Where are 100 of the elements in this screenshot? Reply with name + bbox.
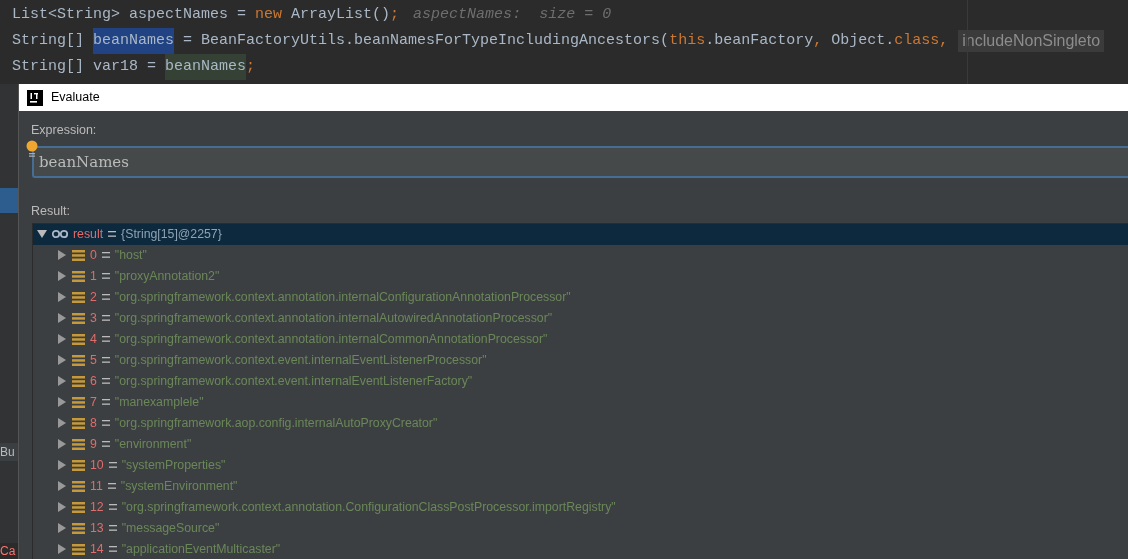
- array-element-icon: [72, 417, 85, 429]
- variable-name: 11: [90, 477, 103, 495]
- code-text: String[] var18 =: [12, 57, 158, 77]
- variable-value: "org.springframework.context.annotation.internalCommonAnnotationProcessor": [114, 330, 548, 348]
- variable-name: 1: [90, 267, 97, 285]
- array-element-icon: [72, 459, 85, 471]
- tree-row[interactable]: 9 "environment": [33, 433, 1128, 455]
- equals-icon: [107, 483, 116, 489]
- keyword-text: ;: [390, 5, 400, 25]
- expand-arrow-icon[interactable]: [57, 292, 67, 302]
- expand-arrow-icon[interactable]: [57, 313, 67, 323]
- tree-row[interactable]: 14 "applicationEventMulticaster": [33, 538, 1128, 559]
- equals-icon: [101, 294, 110, 300]
- equals-icon: [108, 462, 117, 468]
- expand-arrow-icon[interactable]: [57, 439, 67, 449]
- tree-row[interactable]: 1 "proxyAnnotation2": [33, 265, 1128, 287]
- array-element-icon: [72, 501, 85, 513]
- keyword-text: ;: [246, 57, 256, 77]
- panel-text: Ca: [0, 543, 18, 559]
- equals-icon: [108, 231, 117, 237]
- tree-row[interactable]: 4 "org.springframework.context.annotation.internalCommonAnnotationProcessor": [33, 328, 1128, 350]
- parameter-hint: includeNonSingleto: [958, 30, 1105, 52]
- expand-arrow-icon[interactable]: [57, 502, 67, 512]
- lightbulb-icon[interactable]: [26, 139, 38, 158]
- tree-row[interactable]: 10 "systemProperties": [33, 454, 1128, 476]
- tree-row[interactable]: 3 "org.springframework.context.annotation.internalAutowiredAnnotationProcessor": [33, 307, 1128, 329]
- variable-value: "org.springframework.context.annotation.ConfigurationClassPostProcessor.importRegistry": [121, 498, 616, 516]
- code-text: String[]: [12, 31, 85, 51]
- tree-row[interactable]: 11 "systemEnvironment": [33, 475, 1128, 497]
- tree-row[interactable]: 2 "org.springframework.context.annotation.internalConfigurationAnnotationProcessor": [33, 286, 1128, 308]
- keyword-text: class: [894, 31, 940, 51]
- expression-field[interactable]: beanNames: [32, 145, 1128, 178]
- tree-row[interactable]: 7 "manexamplele": [33, 391, 1128, 413]
- collapse-arrow-icon[interactable]: [37, 229, 47, 239]
- variable-name: 6: [90, 372, 97, 390]
- array-element-icon: [72, 480, 85, 492]
- equals-icon: [101, 315, 110, 321]
- variable-value: "systemProperties": [121, 456, 226, 474]
- variable-name: 12: [90, 498, 104, 516]
- variable-value: "org.springframework.context.annotation.internalConfigurationAnnotationProcessor": [114, 288, 571, 306]
- variable-name: 4: [90, 330, 97, 348]
- variable-name: 9: [90, 435, 97, 453]
- expand-arrow-icon[interactable]: [57, 271, 67, 281]
- equals-icon: [101, 420, 110, 426]
- expand-arrow-icon[interactable]: [57, 418, 67, 428]
- expand-arrow-icon[interactable]: [57, 460, 67, 470]
- variable-value: "org.springframework.context.event.internalEventListenerProcessor": [114, 351, 487, 369]
- expand-arrow-icon[interactable]: [57, 544, 67, 554]
- variable-value: "applicationEventMulticaster": [121, 540, 281, 558]
- expand-arrow-icon[interactable]: [57, 250, 67, 260]
- equals-icon: [101, 273, 110, 279]
- array-element-icon: [72, 249, 85, 261]
- variable-name: 7: [90, 393, 97, 411]
- tree-row[interactable]: 0 "host": [33, 244, 1128, 266]
- selected-bar: [0, 188, 18, 213]
- tree-row[interactable]: result {String[15]@2257}: [33, 223, 1128, 245]
- equals-icon: [101, 378, 110, 384]
- panel-text: Bu: [0, 443, 18, 461]
- array-element-icon: [72, 396, 85, 408]
- keyword-text: ,: [813, 31, 824, 51]
- expand-arrow-icon[interactable]: [57, 355, 67, 365]
- watch-glasses-icon: [52, 229, 68, 239]
- variable-value: "manexamplele": [114, 393, 204, 411]
- variable-value: "org.springframework.aop.config.internalAutoProxyCreator": [114, 414, 438, 432]
- highlighted-identifier: beanNames: [165, 54, 247, 80]
- expand-arrow-icon[interactable]: [57, 334, 67, 344]
- result-label: Result:: [31, 202, 71, 220]
- expand-arrow-icon[interactable]: [57, 481, 67, 491]
- array-element-icon: [72, 291, 85, 303]
- variable-value: "systemEnvironment": [120, 477, 238, 495]
- array-element-icon: [72, 270, 85, 282]
- array-element-icon: [72, 312, 85, 324]
- expression-label: Expression:: [31, 122, 98, 139]
- variable-name: 13: [90, 519, 104, 537]
- variable-name: result: [73, 225, 104, 243]
- keyword-text: ,: [939, 31, 949, 51]
- array-element-icon: [72, 375, 85, 387]
- keyword-text: this: [669, 31, 706, 51]
- expand-arrow-icon[interactable]: [57, 376, 67, 386]
- tree-row[interactable]: 8 "org.springframework.aop.config.internalAutoProxyCreator": [33, 412, 1128, 434]
- variable-value: "proxyAnnotation2": [114, 267, 220, 285]
- variable-name: 2: [90, 288, 97, 306]
- tree-row[interactable]: 6 "org.springframework.context.event.internalEventListenerFactory": [33, 370, 1128, 392]
- code-text: ArrayList(): [290, 5, 391, 25]
- tree-row[interactable]: 5 "org.springframework.context.event.internalEventListenerProcessor": [33, 349, 1128, 371]
- equals-icon: [101, 357, 110, 363]
- array-element-icon: [72, 354, 85, 366]
- tree-row[interactable]: 13 "messageSource": [33, 517, 1128, 539]
- tree-row[interactable]: 12 "org.springframework.context.annotation.ConfigurationClassPostProcessor.importRegistry": [33, 496, 1128, 518]
- array-element-icon: [72, 522, 85, 534]
- array-element-icon: [72, 333, 85, 345]
- variable-name: 10: [90, 456, 104, 474]
- expand-arrow-icon[interactable]: [57, 523, 67, 533]
- selected-identifier: beanNames: [93, 28, 175, 54]
- variable-name: 14: [90, 540, 104, 558]
- inline-value-hint: aspectNames: size = 0: [413, 5, 612, 25]
- equals-icon: [108, 546, 117, 552]
- window-title: Evaluate: [51, 89, 100, 107]
- code-text: .beanFactory: [705, 31, 814, 51]
- expand-arrow-icon[interactable]: [57, 397, 67, 407]
